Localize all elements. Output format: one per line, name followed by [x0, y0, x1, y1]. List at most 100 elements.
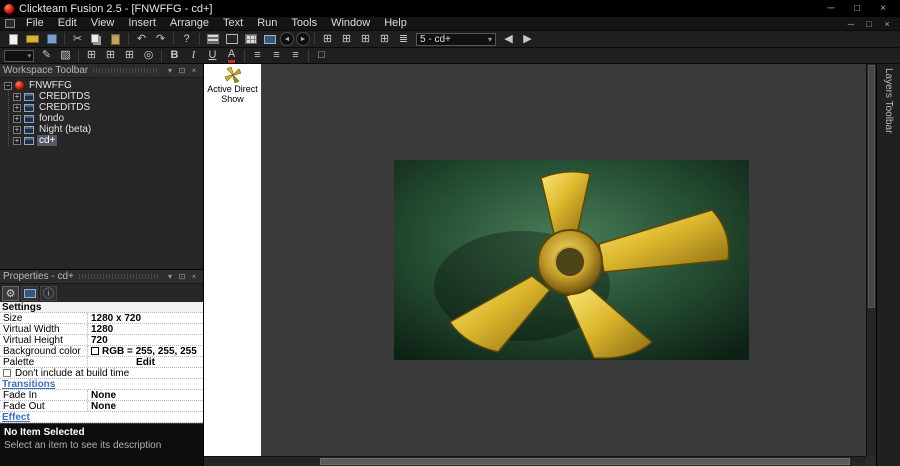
- tab-about[interactable]: ⓘ: [40, 285, 57, 301]
- panel-grip[interactable]: [93, 68, 159, 73]
- undo-button[interactable]: ↶: [132, 32, 151, 47]
- property-row-fade-in[interactable]: Fade In None: [0, 390, 203, 401]
- property-value[interactable]: RGB = 255, 255, 255: [88, 346, 203, 356]
- tree-item-frame[interactable]: + CREDITDS: [9, 91, 203, 102]
- property-value[interactable]: 1280: [88, 324, 203, 334]
- properties-panel-header[interactable]: Properties - cd+ ▾ ⊡ ×: [0, 270, 203, 284]
- tree-item-frame-selected[interactable]: + cd+: [9, 135, 203, 146]
- close-button[interactable]: ×: [870, 1, 896, 16]
- underline-button[interactable]: U: [203, 48, 222, 63]
- italic-button[interactable]: I: [184, 48, 203, 63]
- pen-tool-button[interactable]: ✎: [37, 48, 56, 63]
- new-button[interactable]: [4, 32, 23, 47]
- frame-editor-button[interactable]: [222, 32, 241, 47]
- mdi-close-button[interactable]: ×: [878, 19, 896, 29]
- paste-button[interactable]: [106, 32, 125, 47]
- zoom-combo[interactable]: ▾: [4, 49, 34, 62]
- horizontal-scrollbar[interactable]: [204, 456, 866, 466]
- radiation-symbol-image[interactable]: [394, 160, 749, 360]
- expand-icon[interactable]: +: [13, 125, 21, 134]
- layers-toolbar[interactable]: Layers Toolbar: [876, 64, 900, 466]
- grid-tool-4-button[interactable]: ⊞: [375, 32, 394, 47]
- navigate-forward-button[interactable]: ►: [296, 32, 310, 46]
- panel-grip[interactable]: [78, 274, 159, 279]
- tree-item-frame[interactable]: + Night (beta): [9, 124, 203, 135]
- panel-pin-icon[interactable]: ⊡: [176, 272, 188, 281]
- panel-pin-icon[interactable]: ⊡: [176, 66, 188, 75]
- workspace-panel-header[interactable]: Workspace Toolbar ▾ ⊡ ×: [0, 64, 203, 78]
- cut-button[interactable]: ✂: [68, 32, 87, 47]
- help-button[interactable]: ?: [177, 32, 196, 47]
- menu-edit[interactable]: Edit: [51, 17, 84, 30]
- color-swatch[interactable]: [91, 347, 99, 355]
- selection-box-button[interactable]: □: [312, 48, 331, 63]
- previous-frame-button[interactable]: ◀: [499, 32, 518, 47]
- property-value[interactable]: None: [88, 401, 203, 411]
- navigate-back-button[interactable]: ◄: [280, 32, 294, 46]
- grid-tool-2-button[interactable]: ⊞: [337, 32, 356, 47]
- palette-edit-button[interactable]: Edit: [88, 357, 203, 367]
- property-row-virtual-width[interactable]: Virtual Width 1280: [0, 324, 203, 335]
- frame-editor-canvas[interactable]: Active Direct Show: [204, 64, 876, 466]
- property-row-palette[interactable]: Palette Edit: [0, 357, 203, 368]
- align-right-button[interactable]: ≡: [286, 48, 305, 63]
- save-button[interactable]: [42, 32, 61, 47]
- tree-item-label[interactable]: fondo: [37, 113, 66, 124]
- tree-item-label[interactable]: CREDITDS: [37, 91, 92, 102]
- tree-item-frame[interactable]: + fondo: [9, 113, 203, 124]
- restore-button[interactable]: □: [844, 1, 870, 16]
- mdi-restore-button[interactable]: □: [860, 19, 878, 29]
- menu-arrange[interactable]: Arrange: [163, 17, 216, 30]
- event-editor-button[interactable]: [241, 32, 260, 47]
- menu-window[interactable]: Window: [324, 17, 377, 30]
- tree-item-label[interactable]: cd+: [37, 135, 58, 146]
- tree-item-label[interactable]: Night (beta): [37, 124, 93, 135]
- tab-settings[interactable]: ⚙: [2, 285, 19, 301]
- redo-button[interactable]: ↷: [151, 32, 170, 47]
- minimize-button[interactable]: ─: [818, 1, 844, 16]
- horizontal-scrollbar-thumb[interactable]: [320, 458, 850, 465]
- bold-button[interactable]: B: [165, 48, 184, 63]
- menu-file[interactable]: File: [19, 17, 51, 30]
- menu-text[interactable]: Text: [216, 17, 250, 30]
- property-value[interactable]: 720: [88, 335, 203, 345]
- fill-tool-button[interactable]: ▨: [56, 48, 75, 63]
- property-row-virtual-height[interactable]: Virtual Height 720: [0, 335, 203, 346]
- next-frame-button[interactable]: ▶: [518, 32, 537, 47]
- tree-item-application[interactable]: − FNWFFG: [0, 80, 203, 91]
- menu-view[interactable]: View: [84, 17, 122, 30]
- property-row-size[interactable]: Size 1280 x 720: [0, 313, 203, 324]
- layers-list-button[interactable]: ≣: [394, 32, 413, 47]
- vertical-scrollbar-thumb[interactable]: [868, 65, 875, 309]
- show-grid-button[interactable]: ⊞: [82, 48, 101, 63]
- expand-icon[interactable]: +: [13, 92, 21, 101]
- menu-tools[interactable]: Tools: [284, 17, 324, 30]
- font-color-button[interactable]: A: [222, 48, 241, 63]
- grid-setup-button[interactable]: ⊞: [120, 48, 139, 63]
- vertical-scrollbar[interactable]: [866, 64, 876, 456]
- property-row-background-color[interactable]: Background color RGB = 255, 255, 255: [0, 346, 203, 357]
- checkbox[interactable]: [3, 369, 11, 377]
- property-row-fade-out[interactable]: Fade Out None: [0, 401, 203, 412]
- frame-margin[interactable]: Active Direct Show: [204, 64, 261, 456]
- property-value[interactable]: 1280 x 720: [88, 313, 203, 323]
- snap-grid-button[interactable]: ⊞: [101, 48, 120, 63]
- open-button[interactable]: [23, 32, 42, 47]
- property-row-build-option[interactable]: Don't include at build time: [0, 368, 203, 379]
- panel-menu-button[interactable]: ▾: [164, 66, 176, 75]
- tab-runtime-options[interactable]: [21, 285, 38, 301]
- expand-icon[interactable]: +: [13, 103, 21, 112]
- tree-item-label[interactable]: FNWFFG: [27, 80, 74, 91]
- grid-tool-1-button[interactable]: ⊞: [318, 32, 337, 47]
- grid-tool-3-button[interactable]: ⊞: [356, 32, 375, 47]
- tree-item-label[interactable]: CREDITDS: [37, 102, 92, 113]
- collapse-icon[interactable]: −: [4, 81, 12, 90]
- panel-close-button[interactable]: ×: [188, 272, 200, 281]
- panel-menu-button[interactable]: ▾: [164, 272, 176, 281]
- frame-selector-dropdown[interactable]: 5 - cd+ ▾: [416, 32, 496, 46]
- event-list-editor-button[interactable]: [260, 32, 279, 47]
- menu-insert[interactable]: Insert: [121, 17, 163, 30]
- panel-close-button[interactable]: ×: [188, 66, 200, 75]
- expand-icon[interactable]: +: [13, 114, 21, 123]
- active-directshow-object[interactable]: Active Direct Show: [204, 67, 261, 105]
